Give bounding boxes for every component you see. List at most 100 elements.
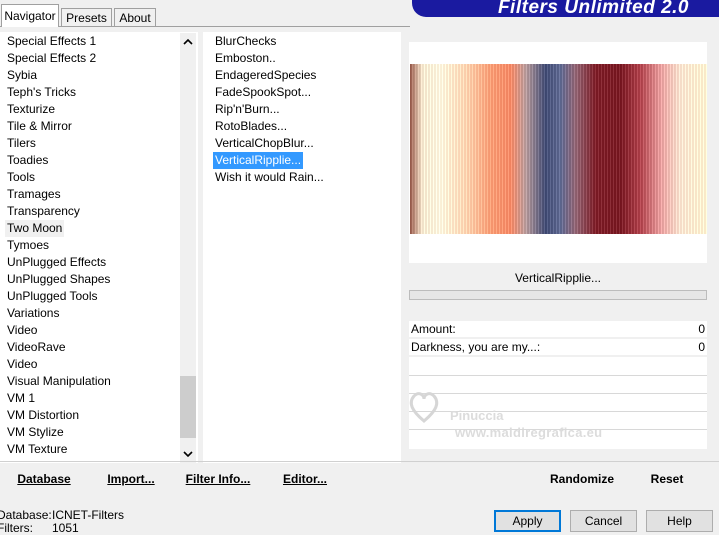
preview-stripe: [699, 64, 700, 234]
category-item[interactable]: Tymoes: [7, 237, 49, 254]
preview-stripe: [551, 64, 552, 234]
progress-bar: [409, 290, 707, 300]
preview-stripe: [668, 64, 669, 234]
category-item[interactable]: Tools: [7, 169, 35, 186]
category-item[interactable]: Transparency: [7, 203, 80, 220]
preview-stripe: [540, 64, 541, 234]
preview-stripe: [574, 64, 575, 234]
reset-button[interactable]: Reset: [643, 470, 691, 488]
category-item[interactable]: Texturize: [7, 101, 55, 118]
filter-item[interactable]: Wish it would Rain...: [215, 169, 324, 186]
filter-item[interactable]: BlurChecks: [215, 33, 276, 50]
preview-stripe: [586, 64, 587, 234]
apply-button[interactable]: Apply: [494, 510, 561, 532]
preview-stripe: [706, 64, 707, 234]
category-item[interactable]: Tile & Mirror: [7, 118, 72, 135]
chevron-down-icon[interactable]: [180, 446, 196, 462]
category-item[interactable]: Sybia: [7, 67, 37, 84]
filter-item[interactable]: Emboston..: [215, 50, 276, 67]
tab-about[interactable]: About: [114, 8, 156, 26]
filter-item[interactable]: EndageredSpecies: [215, 67, 316, 84]
preview-stripe: [601, 64, 602, 234]
preview-stripe: [434, 64, 435, 234]
category-item[interactable]: VM Distortion: [7, 407, 79, 424]
category-item[interactable]: Special Effects 2: [7, 50, 96, 67]
filter-info-button[interactable]: Filter Info...: [183, 470, 253, 488]
category-item[interactable]: Tramages: [7, 186, 61, 203]
filter-item[interactable]: VerticalChopBlur...: [215, 135, 314, 152]
category-item[interactable]: VM Texture: [7, 441, 67, 458]
database-button[interactable]: Database: [10, 470, 78, 488]
preview-stripe: [636, 64, 637, 234]
editor-button[interactable]: Editor...: [280, 470, 330, 488]
filter-item[interactable]: RotoBlades...: [215, 118, 287, 135]
preview-stripe: [595, 64, 596, 234]
preview-stripe: [606, 64, 607, 234]
preview-stripe: [436, 64, 437, 234]
preview-stripe: [612, 64, 613, 234]
preview-stripe: [689, 64, 690, 234]
preview-stripe: [598, 64, 599, 234]
category-item[interactable]: VM 1: [7, 390, 35, 407]
preview-stripe: [621, 64, 622, 234]
current-filter-name: VerticalRipplie...: [409, 266, 707, 288]
filter-item[interactable]: VerticalRipplie...: [213, 152, 304, 169]
category-item[interactable]: Variations: [7, 305, 59, 322]
param-amount[interactable]: Amount: 0: [409, 321, 707, 337]
param-amount-value[interactable]: 0: [698, 321, 705, 337]
preview-stripe: [627, 64, 628, 234]
preview-stripe: [487, 64, 488, 234]
preview-stripe: [498, 64, 499, 234]
preview-stripe: [484, 64, 485, 234]
preview-stripe: [615, 64, 616, 234]
preview-stripe: [557, 64, 558, 234]
import-button[interactable]: Import...: [103, 470, 159, 488]
preview-stripe: [620, 64, 621, 234]
category-item[interactable]: Teph's Tricks: [7, 84, 76, 101]
category-item[interactable]: UnPlugged Tools: [7, 288, 98, 305]
preview-stripe: [686, 64, 687, 234]
preview-stripe: [429, 64, 430, 234]
param-darkness[interactable]: Darkness, you are my...: 0: [409, 339, 707, 355]
category-item[interactable]: Toadies: [7, 152, 48, 169]
category-item[interactable]: VM Stylize: [7, 424, 64, 441]
cancel-button[interactable]: Cancel: [570, 510, 637, 532]
watermark-logo-icon: [409, 392, 439, 423]
help-button[interactable]: Help: [646, 510, 713, 532]
category-item[interactable]: VideoRave: [7, 339, 66, 356]
preview-stripe: [524, 64, 525, 234]
category-item[interactable]: UnPlugged Shapes: [7, 271, 110, 288]
preview-image: [410, 64, 707, 234]
preview-stripe: [616, 64, 617, 234]
preview-stripe: [558, 64, 559, 234]
preview-stripe: [608, 64, 609, 234]
tab-presets[interactable]: Presets: [61, 8, 112, 26]
chevron-up-icon[interactable]: [180, 34, 196, 50]
preview-stripe: [582, 64, 583, 234]
preview-stripe: [455, 64, 456, 234]
preview-stripe: [552, 64, 553, 234]
category-item[interactable]: Video: [7, 322, 37, 339]
preview-stripe: [545, 64, 546, 234]
preview-stripe: [701, 64, 702, 234]
param-darkness-value[interactable]: 0: [698, 339, 705, 355]
preview-stripe: [534, 64, 535, 234]
preview-stripe: [700, 64, 701, 234]
preview-stripe: [536, 64, 537, 234]
category-item[interactable]: Video: [7, 356, 37, 373]
filter-item[interactable]: FadeSpookSpot...: [215, 84, 311, 101]
preview-stripe: [414, 64, 415, 234]
preview-stripe: [562, 64, 563, 234]
preview-stripe: [628, 64, 629, 234]
category-item[interactable]: Special Effects 1: [7, 33, 96, 50]
category-item[interactable]: UnPlugged Effects: [7, 254, 106, 271]
randomize-button[interactable]: Randomize: [543, 470, 621, 488]
category-item[interactable]: Two Moon: [5, 220, 65, 237]
randomize-button-label: Randomize: [549, 472, 614, 486]
filter-item[interactable]: Rip'n'Burn...: [215, 101, 280, 118]
scrollbar-thumb[interactable]: [180, 376, 196, 438]
category-scrollbar[interactable]: [180, 33, 196, 463]
tab-navigator[interactable]: Navigator: [1, 4, 59, 27]
category-item[interactable]: Tilers: [7, 135, 36, 152]
category-item[interactable]: Visual Manipulation: [7, 373, 111, 390]
